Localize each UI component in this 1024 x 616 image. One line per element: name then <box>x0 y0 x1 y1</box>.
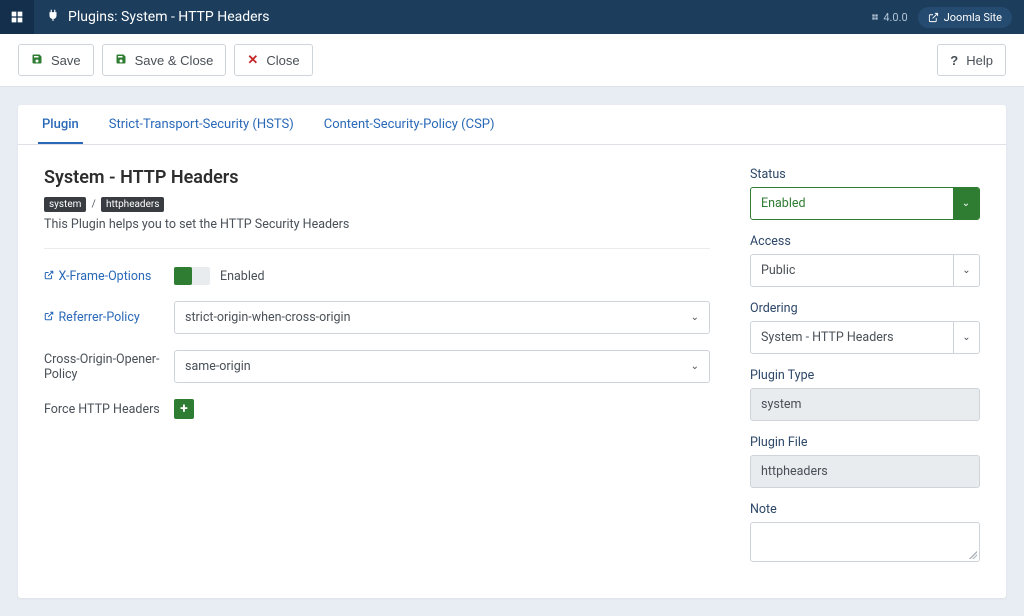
tab-plugin[interactable]: Plugin <box>38 105 83 144</box>
chevron-down-icon: ⌄ <box>953 322 979 353</box>
status-select[interactable]: Enabled ⌄ <box>750 187 980 220</box>
plugin-type-label: Plugin Type <box>750 368 980 383</box>
tab-csp[interactable]: Content-Security-Policy (CSP) <box>320 105 499 144</box>
chevron-down-icon: ⌄ <box>953 255 979 286</box>
status-label: Status <box>750 167 980 182</box>
top-bar: Plugins: System - HTTP Headers 4.0.0 Joo… <box>0 0 1024 34</box>
force-headers-label: Force HTTP Headers <box>44 402 174 417</box>
note-textarea[interactable] <box>750 522 980 562</box>
save-icon <box>31 53 43 68</box>
content-panel: Plugin Strict-Transport-Security (HSTS) … <box>18 105 1006 598</box>
ordering-select[interactable]: System - HTTP Headers ⌄ <box>750 321 980 354</box>
tabs: Plugin Strict-Transport-Security (HSTS) … <box>18 105 1006 145</box>
help-icon: ? <box>950 53 958 68</box>
site-link-button[interactable]: Joomla Site <box>918 7 1012 28</box>
version-label: 4.0.0 <box>871 11 908 24</box>
joomla-logo-icon[interactable] <box>0 0 34 34</box>
external-link-icon <box>44 313 56 324</box>
badge-type: system <box>44 197 86 212</box>
xframe-toggle-label: Enabled <box>220 269 265 284</box>
ordering-label: Ordering <box>750 301 980 316</box>
breadcrumb-badges: system / httpheaders <box>44 196 710 211</box>
chevron-down-icon: ⌄ <box>691 361 699 372</box>
plugin-description: This Plugin helps you to set the HTTP Se… <box>44 217 710 232</box>
badge-file: httpheaders <box>101 197 164 212</box>
add-header-button[interactable]: + <box>174 399 194 419</box>
close-button[interactable]: ✕ Close <box>234 44 312 76</box>
page-title: Plugins: System - HTTP Headers <box>68 9 871 25</box>
xframe-options-label[interactable]: X-Frame-Options <box>44 269 174 284</box>
xframe-toggle[interactable] <box>174 267 210 285</box>
coop-select[interactable]: same-origin ⌄ <box>174 350 710 383</box>
site-link-label: Joomla Site <box>944 11 1002 24</box>
access-select[interactable]: Public ⌄ <box>750 254 980 287</box>
tab-hsts[interactable]: Strict-Transport-Security (HSTS) <box>105 105 298 144</box>
chevron-down-icon: ⌄ <box>691 312 699 323</box>
plugin-file-value: httpheaders <box>750 455 980 488</box>
coop-label: Cross-Origin-Opener-Policy <box>44 352 174 382</box>
access-label: Access <box>750 234 980 249</box>
save-button[interactable]: Save <box>18 44 94 76</box>
referrer-policy-label[interactable]: Referrer-Policy <box>44 310 174 325</box>
toggle-handle <box>174 267 192 285</box>
chevron-down-icon: ⌄ <box>953 188 979 219</box>
plug-icon <box>46 8 60 26</box>
note-label: Note <box>750 502 980 517</box>
close-icon: ✕ <box>247 52 258 68</box>
save-icon <box>115 53 127 68</box>
plugin-type-value: system <box>750 388 980 421</box>
save-close-button[interactable]: Save & Close <box>102 44 227 76</box>
external-link-icon <box>44 272 56 283</box>
toolbar: Save Save & Close ✕ Close ? Help <box>0 34 1024 87</box>
referrer-policy-select[interactable]: strict-origin-when-cross-origin ⌄ <box>174 301 710 334</box>
plugin-title: System - HTTP Headers <box>44 167 710 188</box>
help-button[interactable]: ? Help <box>937 44 1006 76</box>
plugin-file-label: Plugin File <box>750 435 980 450</box>
